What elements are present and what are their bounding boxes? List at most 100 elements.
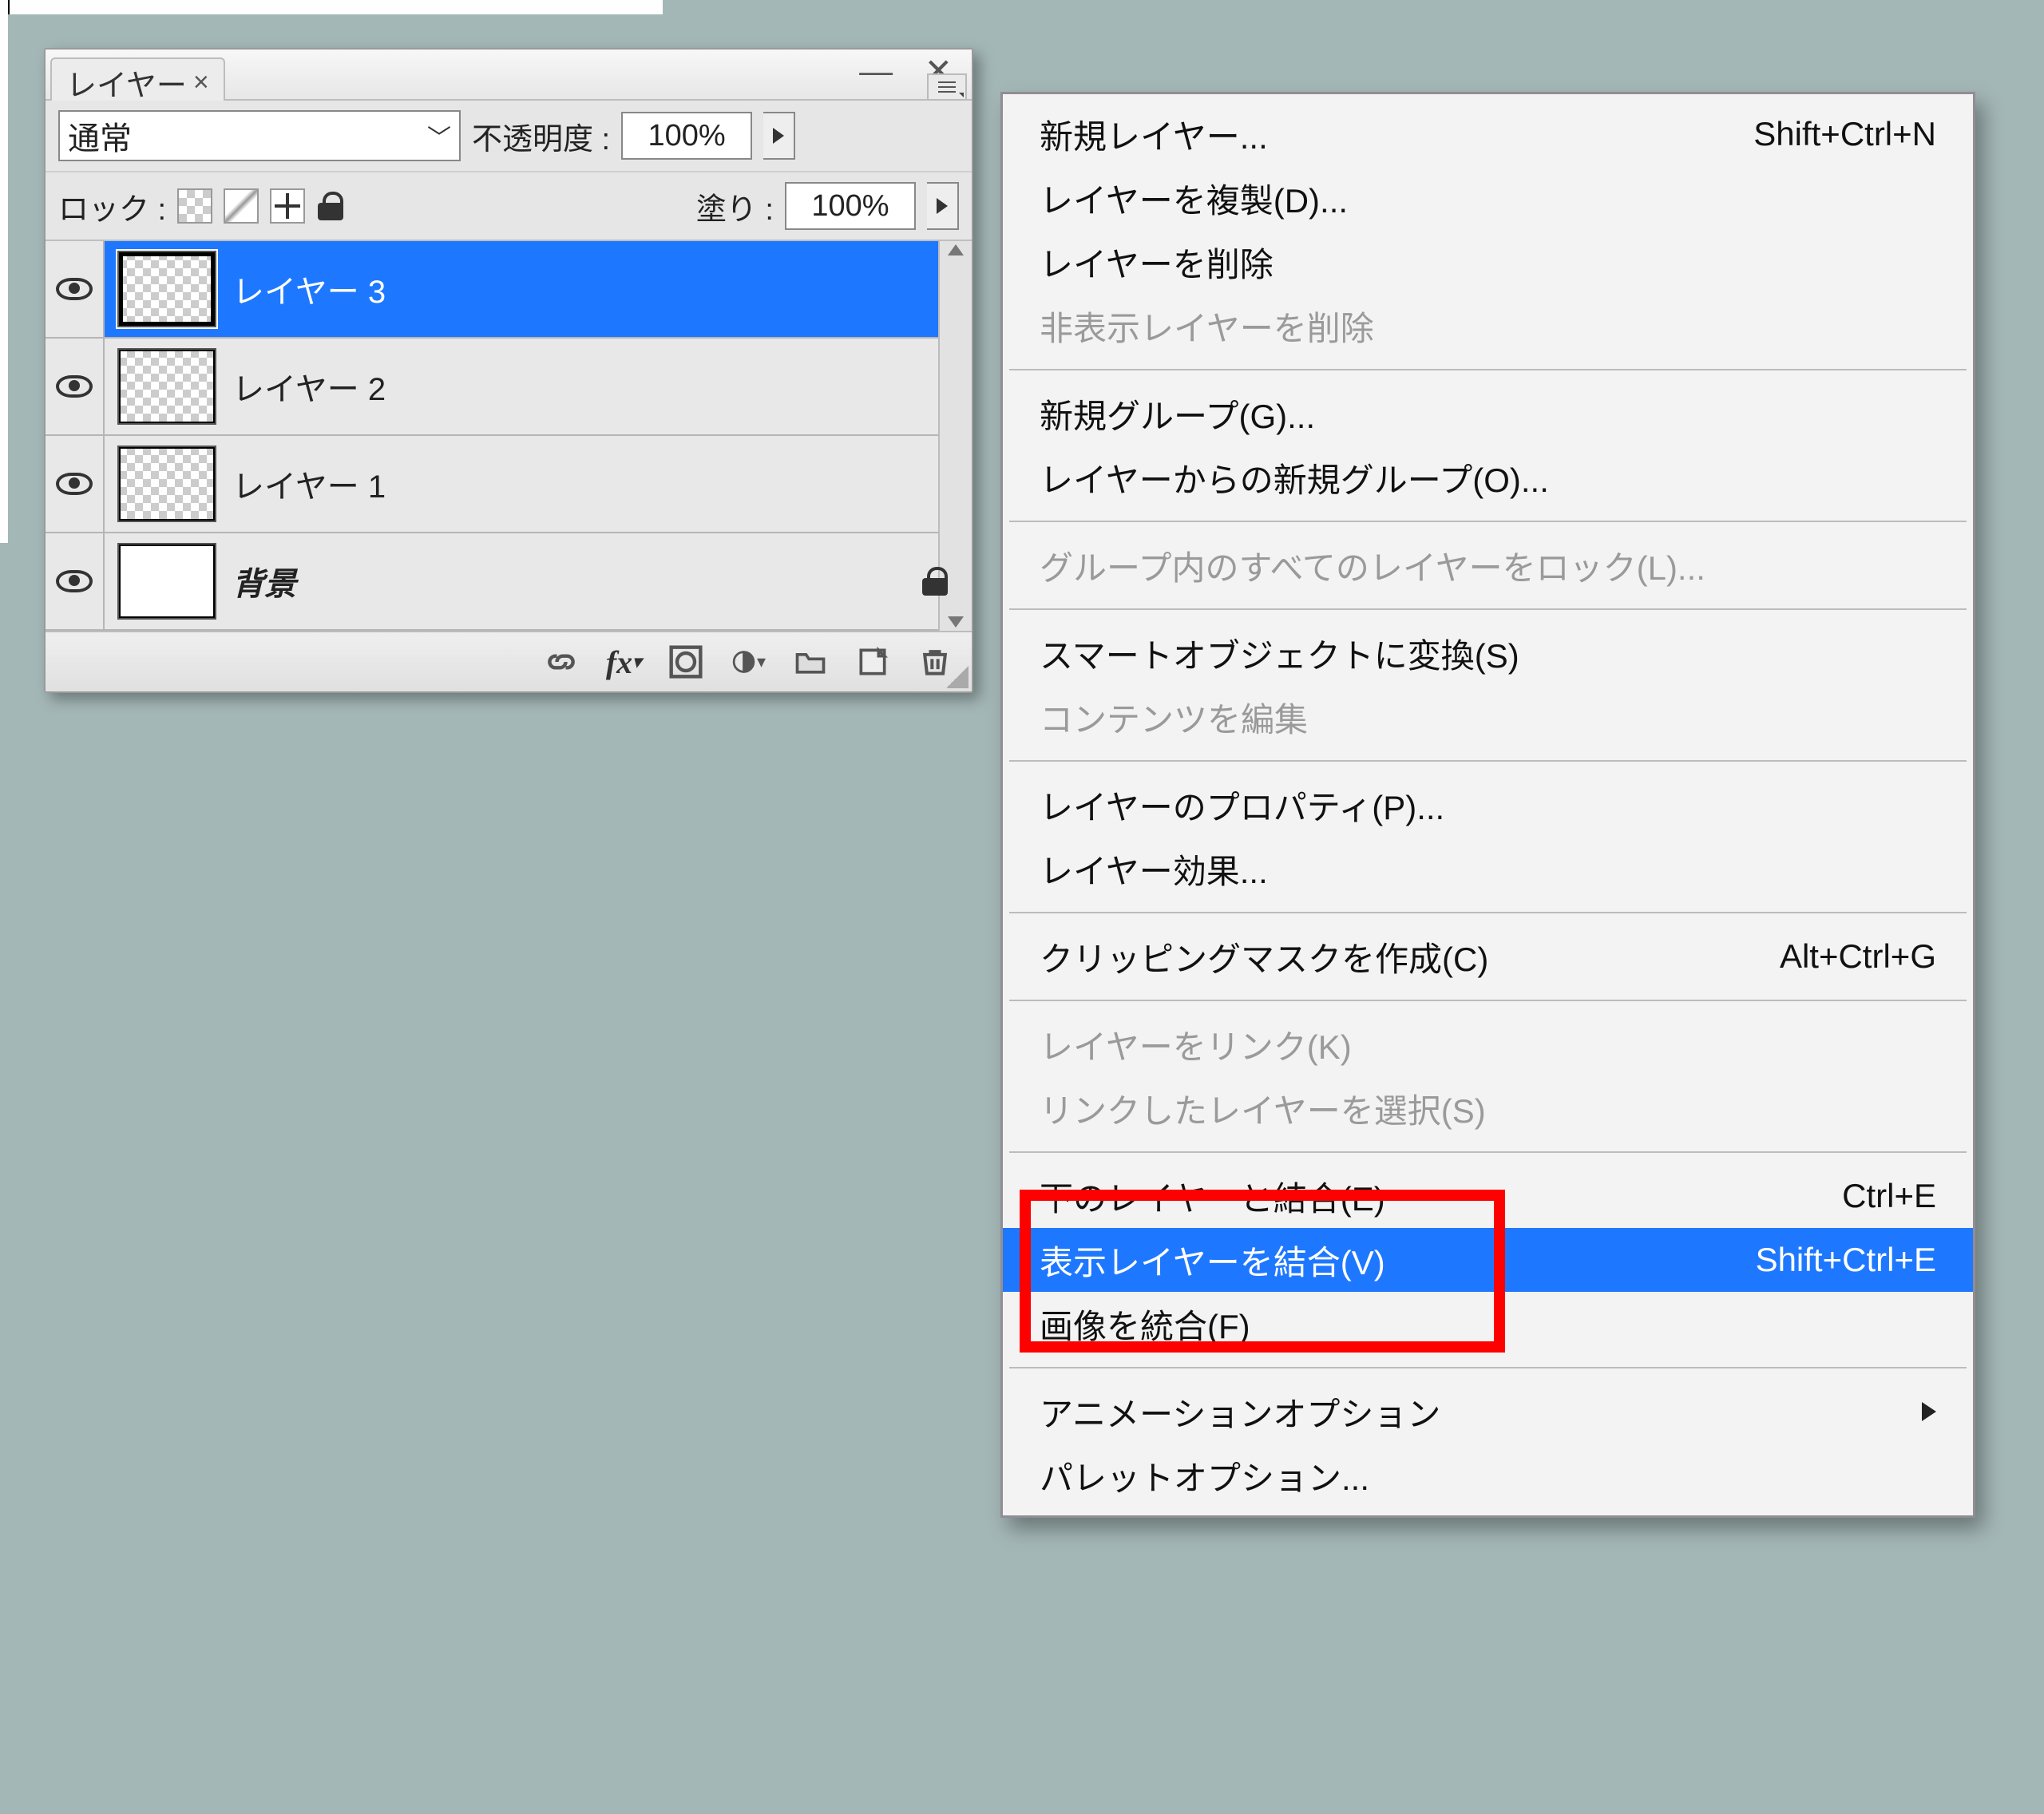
scroll-down-icon[interactable]	[948, 616, 964, 628]
new-layer-icon[interactable]	[855, 644, 890, 679]
menu-item[interactable]: レイヤー効果...	[1003, 837, 1973, 901]
menu-item[interactable]: レイヤーを削除	[1003, 230, 1973, 294]
layer-row[interactable]: レイヤー 1	[46, 436, 972, 533]
menu-item-label: 表示レイヤーを結合(V)	[1040, 1236, 1385, 1285]
menu-item: 非表示レイヤーを削除	[1003, 294, 1973, 358]
fill-flyout[interactable]	[927, 182, 959, 230]
layer-row[interactable]: 背景	[46, 533, 972, 631]
blend-mode-value: 通常	[68, 113, 132, 159]
eye-icon	[56, 570, 93, 592]
menu-separator	[1009, 912, 1967, 913]
layer-row[interactable]: レイヤー 3	[46, 241, 972, 339]
menu-separator	[1009, 760, 1967, 762]
visibility-toggle[interactable]	[46, 533, 105, 629]
lock-pixels-icon[interactable]	[224, 188, 259, 224]
eye-icon	[56, 278, 93, 300]
panel-footer: fx▾ ▾	[46, 631, 972, 691]
menu-item[interactable]: 新規グループ(G)...	[1003, 382, 1973, 446]
layer-name[interactable]: レイヤー 2	[232, 363, 386, 410]
opacity-value: 100%	[648, 119, 726, 153]
menu-item-label: レイヤーを複製(D)...	[1040, 174, 1348, 223]
layer-thumbnail[interactable]	[117, 251, 216, 327]
menu-item[interactable]: スマートオブジェクトに変換(S)	[1003, 621, 1973, 685]
visibility-toggle[interactable]	[46, 436, 105, 532]
layer-body[interactable]: レイヤー 1	[105, 436, 972, 532]
opacity-field[interactable]: 100%	[621, 112, 752, 160]
menu-item[interactable]: アニメーションオプション	[1003, 1380, 1973, 1444]
shortcut-label: Alt+Ctrl+G	[1780, 937, 1936, 976]
layer-body[interactable]: レイヤー 2	[105, 339, 972, 434]
menu-item[interactable]: 下のレイヤーと結合(E)Ctrl+E	[1003, 1164, 1973, 1228]
layer-body[interactable]: 背景	[105, 533, 972, 629]
menu-item[interactable]: 画像を統合(F)	[1003, 1292, 1973, 1356]
menu-item-label: リンクしたレイヤーを選択(S)	[1040, 1084, 1486, 1133]
close-icon[interactable]: ×	[193, 67, 209, 98]
lock-label: ロック :	[58, 184, 166, 228]
layer-body[interactable]: レイヤー 3	[105, 241, 972, 337]
scroll-up-icon[interactable]	[948, 244, 964, 255]
menu-item[interactable]: パレットオプション...	[1003, 1444, 1973, 1507]
menu-item-label: クリッピングマスクを作成(C)	[1040, 933, 1488, 981]
menu-item-label: レイヤーのプロパティ(P)...	[1040, 781, 1444, 830]
layers-tab[interactable]: レイヤー ×	[50, 57, 225, 101]
menu-item[interactable]: クリッピングマスクを作成(C) Alt+Ctrl+G	[1003, 925, 1973, 988]
fill-label: 塗り :	[696, 184, 774, 228]
submenu-arrow-icon	[1922, 1402, 1936, 1421]
visibility-toggle[interactable]	[46, 339, 105, 434]
adjustment-layer-icon[interactable]: ▾	[731, 644, 766, 679]
chevron-down-icon: ﹀	[427, 118, 451, 153]
link-layers-icon[interactable]	[544, 644, 579, 679]
menu-item[interactable]: レイヤーのプロパティ(P)...	[1003, 773, 1973, 837]
lock-position-icon[interactable]	[270, 188, 305, 224]
menu-item-label: 下のレイヤーと結合(E)	[1040, 1172, 1385, 1221]
layer-name[interactable]: レイヤー 3	[232, 266, 386, 312]
lock-fill-row: ロック : 塗り : 100%	[46, 172, 972, 241]
menu-item-label: レイヤーをリンク(K)	[1040, 1020, 1352, 1069]
layer-thumbnail[interactable]	[117, 446, 216, 522]
lock-icon	[921, 567, 949, 596]
menu-separator	[1009, 1151, 1967, 1153]
tab-title: レイヤー	[66, 61, 187, 105]
resize-grip-icon[interactable]	[946, 666, 969, 688]
layer-thumbnail[interactable]	[117, 348, 216, 425]
menu-item-label: スマートオブジェクトに変換(S)	[1040, 629, 1519, 678]
layer-name[interactable]: レイヤー 1	[232, 461, 386, 507]
menu-item-label: コンテンツを編集	[1040, 693, 1308, 742]
layer-row[interactable]: レイヤー 2	[46, 339, 972, 436]
canvas-top-edge	[0, 0, 663, 16]
blend-mode-select[interactable]: 通常 ﹀	[58, 110, 461, 161]
opacity-flyout[interactable]	[763, 112, 795, 160]
layer-style-icon[interactable]: fx▾	[606, 644, 641, 679]
blend-opacity-row: 通常 ﹀ 不透明度 : 100%	[46, 101, 972, 172]
layer-mask-icon[interactable]	[668, 644, 703, 679]
panel-flyout-menu-button[interactable]	[927, 73, 967, 101]
fill-field[interactable]: 100%	[785, 182, 916, 230]
menu-separator	[1009, 521, 1967, 522]
menu-item-label: 非表示レイヤーを削除	[1040, 302, 1374, 351]
menu-item[interactable]: 表示レイヤーを結合(V) Shift+Ctrl+E	[1003, 1228, 1973, 1292]
layers-panel: — ✕ レイヤー × 通常 ﹀ 不透明度 : 100% ロック : 塗り : 1…	[44, 48, 973, 693]
visibility-toggle[interactable]	[46, 241, 105, 337]
menu-item-label: 新規グループ(G)...	[1040, 390, 1315, 438]
new-group-icon[interactable]	[793, 644, 828, 679]
menu-item[interactable]: レイヤーからの新規グループ(O)...	[1003, 446, 1973, 509]
lock-transparent-icon[interactable]	[177, 188, 212, 224]
panel-titlebar[interactable]: — ✕ レイヤー ×	[46, 50, 972, 101]
fill-value: 100%	[811, 189, 889, 224]
menu-separator	[1009, 1000, 1967, 1001]
layers-panel-context-menu: 新規レイヤー... Shift+Ctrl+N レイヤーを複製(D)... レイヤーを削…	[1000, 92, 1975, 1518]
menu-item-label: レイヤー効果...	[1040, 845, 1268, 893]
lock-all-icon[interactable]	[316, 192, 345, 220]
eye-icon	[56, 473, 93, 495]
menu-item[interactable]: レイヤーを複製(D)...	[1003, 166, 1973, 230]
layer-name[interactable]: 背景	[232, 558, 296, 604]
eye-icon	[56, 375, 93, 398]
menu-item-label: 新規レイヤー...	[1040, 110, 1268, 159]
menu-separator	[1009, 1367, 1967, 1368]
menu-item[interactable]: 新規レイヤー... Shift+Ctrl+N	[1003, 102, 1973, 166]
shortcut-label: Shift+Ctrl+N	[1753, 115, 1936, 153]
shortcut-label: Shift+Ctrl+E	[1756, 1241, 1936, 1279]
menu-item: レイヤーをリンク(K)	[1003, 1012, 1973, 1076]
layer-thumbnail[interactable]	[117, 543, 216, 620]
menu-separator	[1009, 369, 1967, 370]
